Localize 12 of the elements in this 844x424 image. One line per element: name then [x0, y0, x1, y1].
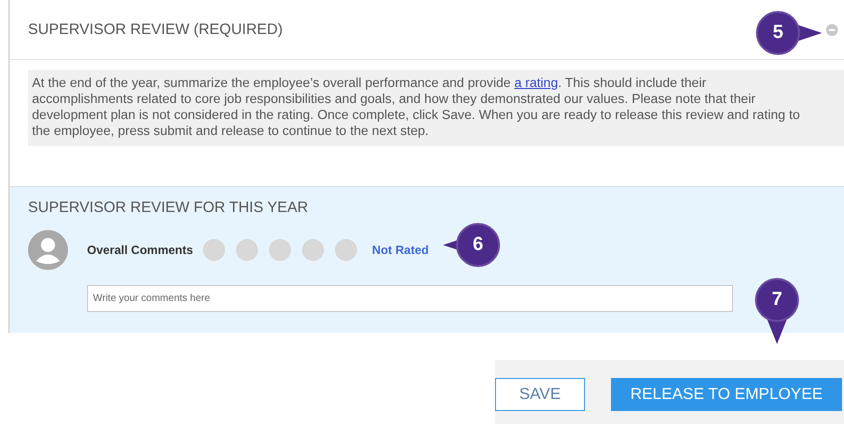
- rating-control[interactable]: [203, 239, 358, 261]
- rating-status: Not Rated: [372, 243, 429, 257]
- section-title: SUPERVISOR REVIEW (REQUIRED): [28, 21, 283, 38]
- save-button[interactable]: SAVE: [495, 378, 585, 411]
- release-button[interactable]: RELEASE TO EMPLOYEE: [611, 378, 842, 411]
- section-title: SUPERVISOR REVIEW FOR THIS YEAR: [28, 199, 310, 217]
- avatar-icon: [28, 230, 68, 270]
- comment-field[interactable]: Write your comments here: [87, 285, 733, 312]
- instructions-text: At the end of the year, summarize the employee’s overall performance and provide a rating. This should include their accomplishments related to core job responsibilities and goals, and how they demonstrated our values. Please note that their development plan is not considered in the rating. Once complete, click Save. When you are ready to release this review and rating to the employee, press submit and release to continue to the next step.: [28, 70, 844, 146]
- rating-link[interactable]: a rating: [514, 75, 558, 90]
- field-label: Overall Comments: [87, 243, 194, 257]
- collapse-icon[interactable]: [826, 24, 838, 36]
